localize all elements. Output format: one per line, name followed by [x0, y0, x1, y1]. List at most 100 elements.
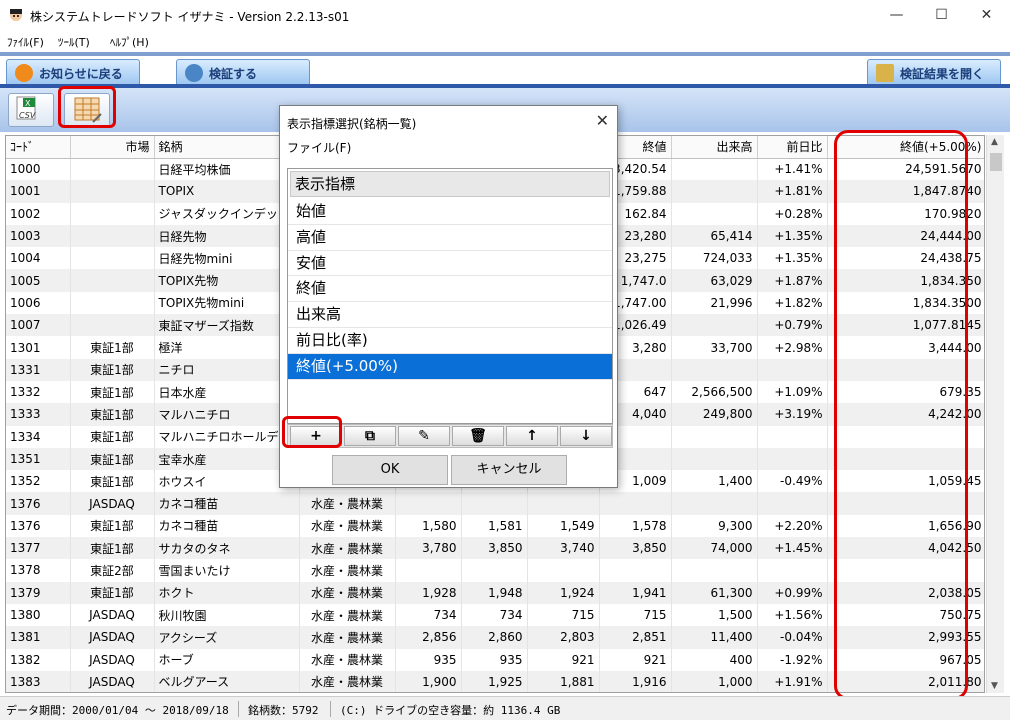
table-cell: 734	[395, 603, 462, 627]
move-up-icon[interactable]: ↑	[506, 426, 558, 446]
table-cell: 2,566,500	[671, 380, 758, 404]
table-cell	[671, 358, 758, 381]
table-cell	[671, 492, 758, 515]
col-market[interactable]: 市場	[70, 136, 155, 159]
table-cell: 921	[599, 648, 672, 671]
table-cell	[757, 492, 828, 515]
table-cell: JASDAQ	[70, 603, 155, 627]
table-cell: 東証1部	[70, 537, 155, 560]
grid-scrollbar[interactable]: ▲ ▼	[986, 135, 1004, 693]
table-cell: 1383	[6, 670, 71, 692]
table-cell	[395, 492, 462, 515]
col-name[interactable]: 銘柄	[154, 136, 300, 159]
delete-indicator-icon[interactable]: 🗑	[452, 426, 504, 446]
table-cell: 1381	[6, 626, 71, 649]
table-cell: ジャスダックインデックス	[154, 202, 300, 225]
table-cell: 74,000	[671, 537, 758, 560]
dialog-close-icon[interactable]: ✕	[596, 111, 609, 130]
table-cell: 日経先物	[154, 224, 300, 248]
status-disk: (C:) ドライブの空き容量：約 1136.4 GB	[340, 704, 561, 717]
table-cell: 1334	[6, 425, 71, 448]
col-volume[interactable]: 出来高	[671, 136, 758, 159]
scroll-thumb[interactable]	[990, 153, 1002, 171]
table-cell: 63,029	[671, 269, 758, 292]
table-cell: 1004	[6, 247, 71, 270]
magnifier-icon	[185, 64, 203, 82]
table-cell: 東証1部	[70, 403, 155, 426]
table-cell: 1,925	[461, 670, 528, 692]
copy-indicator-icon[interactable]: ⧉	[344, 426, 396, 446]
table-cell: 東証1部	[70, 470, 155, 493]
table-cell: アクシーズ	[154, 626, 300, 649]
indicator-list-item[interactable]: 高値	[288, 225, 612, 251]
table-cell: 日本水産	[154, 380, 300, 404]
back-to-news-tab[interactable]: お知らせに戻る	[6, 59, 140, 85]
dialog-menu-file[interactable]: ファイル(F)	[287, 139, 351, 156]
indicator-list-item[interactable]: 終値(+5.00%)	[288, 353, 612, 380]
col-change[interactable]: 前日比	[757, 136, 828, 159]
col-code[interactable]: ｺｰﾄﾞ	[6, 136, 71, 159]
scroll-down-icon[interactable]: ▼	[991, 681, 998, 691]
indicator-list-item[interactable]: 終値	[288, 276, 612, 303]
indicator-list-item[interactable]: 前日比(率)	[288, 328, 612, 354]
maximize-button[interactable]: ☐	[919, 0, 964, 32]
table-cell: 2,851	[599, 626, 672, 649]
table-cell: 1,400	[671, 470, 758, 493]
table-cell: 734	[461, 603, 528, 627]
table-cell: JASDAQ	[70, 670, 155, 692]
indicator-list-item[interactable]: 安値	[288, 251, 612, 277]
menu-file[interactable]: ﾌｧｲﾙ(F)	[7, 34, 44, 50]
table-cell: 水産・農林業	[299, 559, 396, 582]
table-cell: ニチロ	[154, 358, 300, 381]
table-cell: +1.09%	[757, 380, 828, 404]
table-cell: カネコ種苗	[154, 514, 300, 538]
table-cell: 11,400	[671, 626, 758, 649]
close-button[interactable]: ✕	[964, 0, 1009, 32]
csv-icon: X CSV	[16, 96, 36, 120]
edit-indicator-icon[interactable]: ✎	[398, 426, 450, 446]
table-cell: 東証1部	[70, 514, 155, 538]
table-cell: 1005	[6, 269, 71, 292]
table-cell: 日経平均株価	[154, 158, 300, 181]
table-cell: -0.04%	[757, 626, 828, 649]
table-cell: +1.91%	[757, 670, 828, 692]
open-results-tab[interactable]: 検証結果を開く	[867, 59, 1001, 85]
table-cell: 東証1部	[70, 380, 155, 404]
menu-tools[interactable]: ﾂｰﾙ(T)	[58, 34, 90, 50]
table-cell: 1379	[6, 581, 71, 604]
table-cell: 東証1部	[70, 358, 155, 381]
status-divider	[238, 701, 239, 717]
table-cell	[671, 559, 758, 582]
table-cell: +0.79%	[757, 314, 828, 337]
menu-help[interactable]: ﾍﾙﾌﾟ(H)	[110, 34, 149, 50]
table-cell: 1,578	[599, 514, 672, 538]
table-cell	[70, 314, 155, 337]
table-cell: 水産・農林業	[299, 648, 396, 671]
table-cell: +1.35%	[757, 224, 828, 248]
table-cell: 水産・農林業	[299, 670, 396, 692]
menu-bar: ﾌｧｲﾙ(F) ﾂｰﾙ(T) ﾍﾙﾌﾟ(H)	[0, 32, 1010, 52]
indicator-list[interactable]: 表示指標 始値 高値 安値 終値 出来高 前日比(率) 終値(+5.00%)	[287, 168, 613, 424]
table-cell: 1002	[6, 202, 71, 225]
cancel-button[interactable]: キャンセル	[451, 455, 567, 485]
ok-button[interactable]: OK	[332, 455, 448, 485]
table-cell: 極洋	[154, 336, 300, 359]
verify-tab[interactable]: 検証する	[176, 59, 310, 85]
table-cell	[70, 224, 155, 248]
indicator-list-item[interactable]: 出来高	[288, 302, 612, 328]
table-cell	[757, 447, 828, 471]
table-cell: TOPIX	[154, 180, 300, 203]
table-cell: 水産・農林業	[299, 492, 396, 515]
indicator-list-item[interactable]: 始値	[288, 199, 612, 225]
table-cell: 1376	[6, 492, 71, 515]
table-cell	[70, 180, 155, 203]
table-cell: +3.19%	[757, 403, 828, 426]
table-cell: サカタのタネ	[154, 537, 300, 560]
title-bar: 株システムトレードソフト イザナミ - Version 2.2.13-s01 —…	[0, 0, 1010, 32]
csv-export-button[interactable]: X CSV	[8, 93, 54, 127]
scroll-up-icon[interactable]: ▲	[991, 137, 998, 147]
table-cell: 1001	[6, 180, 71, 203]
move-down-icon[interactable]: ↓	[560, 426, 612, 446]
minimize-button[interactable]: —	[874, 0, 919, 32]
table-cell: 1,924	[527, 581, 600, 604]
